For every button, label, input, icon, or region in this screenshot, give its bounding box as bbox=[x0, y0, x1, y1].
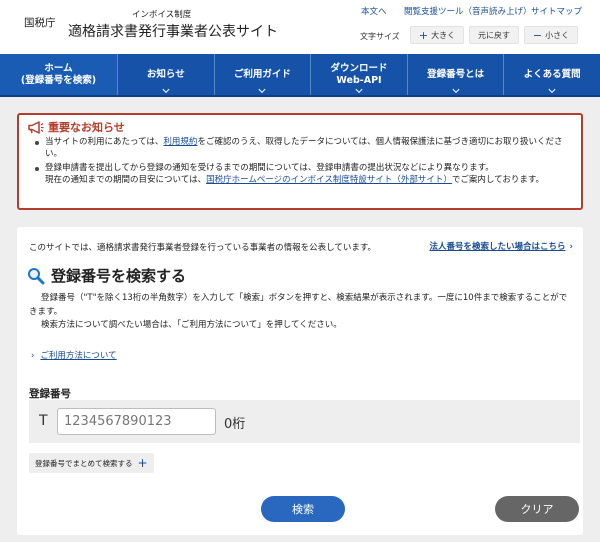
sitemap-link[interactable]: サイトマップ bbox=[531, 5, 582, 17]
site-intro-text: このサイトでは、適格請求書発行事業者登録を行っている事業者の情報を公表しています… bbox=[29, 243, 376, 253]
accessibility-tool-link[interactable]: 閲覧支援ツール（音声読み上げ） bbox=[404, 5, 532, 17]
digit-count: 0桁 bbox=[224, 417, 246, 432]
font-size-label: 文字サイズ bbox=[360, 32, 400, 41]
notice-item: 登録申請書を提出してから登録の通知を受けるまでの期間については、登録申請書の提出… bbox=[33, 162, 573, 187]
search-button[interactable]: 検索 bbox=[261, 496, 345, 522]
section-title: 登録番号を検索する bbox=[27, 265, 186, 286]
invoice-special-site-link[interactable]: 国税庁ホームページのインボイス制度特設サイト（外部サイト） bbox=[206, 175, 452, 185]
site-title[interactable]: 適格請求書発行事業者公表サイト bbox=[68, 21, 278, 41]
site-header: 国税庁 インボイス制度 適格請求書発行事業者公表サイト 本文へ 閲覧支援ツール（… bbox=[0, 0, 600, 54]
chevron-down-icon bbox=[258, 85, 266, 94]
plus-icon: + bbox=[137, 456, 148, 470]
corporate-number-search-link[interactable]: 法人番号を検索したい場合はこちら › bbox=[429, 240, 573, 252]
notice-list: 当サイトの利用にあたっては、利用規約をご確認のうえ、取得したデータについては、個… bbox=[33, 136, 573, 187]
font-larger-button[interactable]: + 大きく bbox=[410, 26, 464, 44]
clear-button[interactable]: クリア bbox=[495, 496, 579, 522]
nav-item-home[interactable]: ホーム (登録番号を検索) bbox=[0, 54, 118, 95]
notice-item: 当サイトの利用にあたっては、利用規約をご確認のうえ、取得したデータについては、個… bbox=[33, 136, 573, 161]
agency-name[interactable]: 国税庁 bbox=[24, 15, 56, 30]
skip-to-content-link[interactable]: 本文へ bbox=[361, 5, 387, 17]
registration-number-label: 登録番号 bbox=[29, 388, 71, 400]
global-nav: ホーム (登録番号を検索) お知らせ ご利用ガイド ダウンロード Web-API… bbox=[0, 54, 600, 95]
chevron-down-icon bbox=[162, 85, 170, 94]
nav-item-guide[interactable]: ご利用ガイド bbox=[215, 54, 312, 95]
terms-of-use-link[interactable]: 利用規約 bbox=[163, 137, 197, 147]
chevron-right-icon: › bbox=[569, 242, 573, 252]
site-subtitle: インボイス制度 bbox=[132, 10, 192, 20]
important-notice: 重要なお知らせ 当サイトの利用にあたっては、利用規約をご確認のうえ、取得したデー… bbox=[17, 113, 583, 210]
how-to-use-link[interactable]: › ご利用方法について bbox=[31, 349, 117, 361]
registration-number-row: T 0桁 bbox=[29, 400, 580, 443]
nav-item-faq[interactable]: よくある質問 bbox=[504, 54, 600, 95]
minus-icon: − bbox=[532, 28, 543, 42]
chevron-down-icon bbox=[355, 85, 363, 94]
bulk-search-button[interactable]: 登録番号でまとめて検索する + bbox=[29, 453, 154, 473]
plus-icon: + bbox=[418, 28, 429, 42]
search-panel: このサイトでは、適格請求書発行事業者登録を行っている事業者の情報を公表しています… bbox=[17, 227, 583, 535]
font-reset-button[interactable]: 元に戻す bbox=[469, 26, 519, 44]
chevron-down-icon bbox=[548, 85, 556, 94]
chevron-right-icon: › bbox=[31, 351, 35, 361]
notice-heading: 重要なお知らせ bbox=[28, 119, 125, 135]
nav-item-about-number[interactable]: 登録番号とは bbox=[408, 54, 505, 95]
t-prefix: T bbox=[39, 413, 48, 429]
search-icon bbox=[28, 267, 45, 284]
nav-underline bbox=[0, 95, 600, 97]
registration-number-input[interactable] bbox=[57, 408, 216, 435]
nav-item-download[interactable]: ダウンロード Web-API bbox=[311, 54, 408, 95]
search-description: 登録番号（"T"を除く13桁の半角数字）を入力して「検索」ボタンを押すと、検索結… bbox=[29, 293, 568, 331]
megaphone-icon bbox=[28, 120, 44, 134]
font-smaller-button[interactable]: − 小さく bbox=[524, 26, 578, 44]
nav-item-news[interactable]: お知らせ bbox=[118, 54, 215, 95]
chevron-down-icon bbox=[452, 85, 460, 94]
